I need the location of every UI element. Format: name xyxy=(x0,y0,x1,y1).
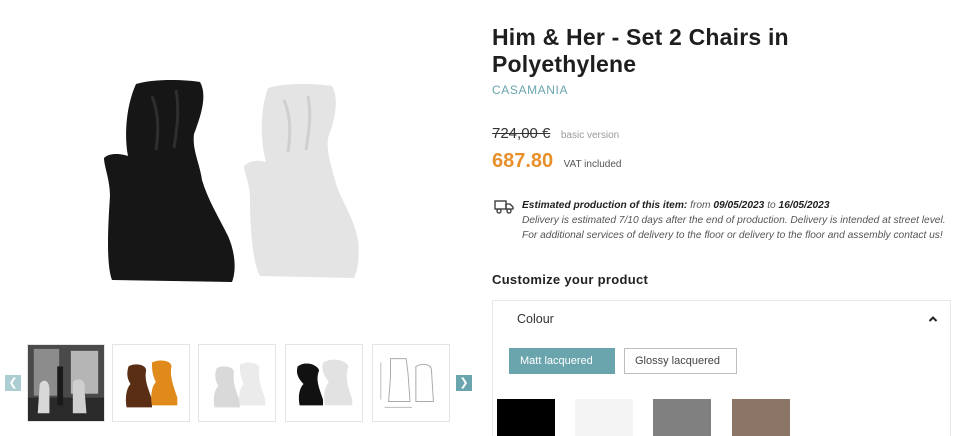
colour-header[interactable]: Colour xyxy=(517,312,554,326)
thumbnail-4[interactable] xyxy=(285,344,363,422)
truck-icon xyxy=(494,200,514,214)
vat-note: VAT included xyxy=(563,159,622,170)
delivery-to-date: 16/05/2023 xyxy=(778,200,830,211)
main-product-image xyxy=(96,76,360,288)
thumbnail-2[interactable] xyxy=(112,344,190,422)
colour-panel: Colour Matt lacquered Glossy lacquered xyxy=(492,300,951,436)
swatch-brown[interactable] xyxy=(732,399,790,436)
chevron-right-icon: ❯ xyxy=(459,376,469,389)
price-row: 687.80 VAT included xyxy=(492,150,621,173)
thumbnail-carousel: ❮ ❯ xyxy=(0,342,480,422)
customize-heading: Customize your product xyxy=(492,272,649,287)
carousel-prev-button[interactable]: ❮ xyxy=(5,375,21,391)
delivery-from-word: from xyxy=(690,200,711,211)
carousel-next-button[interactable]: ❯ xyxy=(456,375,472,391)
thumbnail-1[interactable] xyxy=(27,344,105,422)
swatch-white[interactable] xyxy=(575,399,633,436)
product-title: Him & Her - Set 2 Chairs in Polyethylene xyxy=(492,24,789,77)
delivery-text: Estimated production of this item: from … xyxy=(522,198,948,243)
delivery-to-word: to xyxy=(767,200,776,211)
old-price-note: basic version xyxy=(560,130,620,141)
delivery-from-date: 09/05/2023 xyxy=(713,200,765,211)
finish-option-matt[interactable]: Matt lacquered xyxy=(509,348,615,374)
swatch-grey[interactable] xyxy=(653,399,711,436)
chevron-left-icon: ❮ xyxy=(8,376,18,389)
chevron-up-icon[interactable] xyxy=(927,313,939,325)
old-price-row: 724,00 € basic version xyxy=(492,125,619,143)
thumbnail-3[interactable] xyxy=(198,344,276,422)
old-price: 724,00 € xyxy=(492,125,551,142)
swatch-black[interactable] xyxy=(497,399,555,436)
finish-option-glossy[interactable]: Glossy lacquered xyxy=(624,348,737,374)
brand-link[interactable]: CASAMANIA xyxy=(492,83,568,97)
delivery-label: Estimated production of this item: xyxy=(522,200,688,211)
delivery-details: Delivery is estimated 7/10 days after th… xyxy=(522,215,946,241)
thumbnail-5[interactable] xyxy=(372,344,450,422)
current-price: 687.80 xyxy=(492,150,554,172)
